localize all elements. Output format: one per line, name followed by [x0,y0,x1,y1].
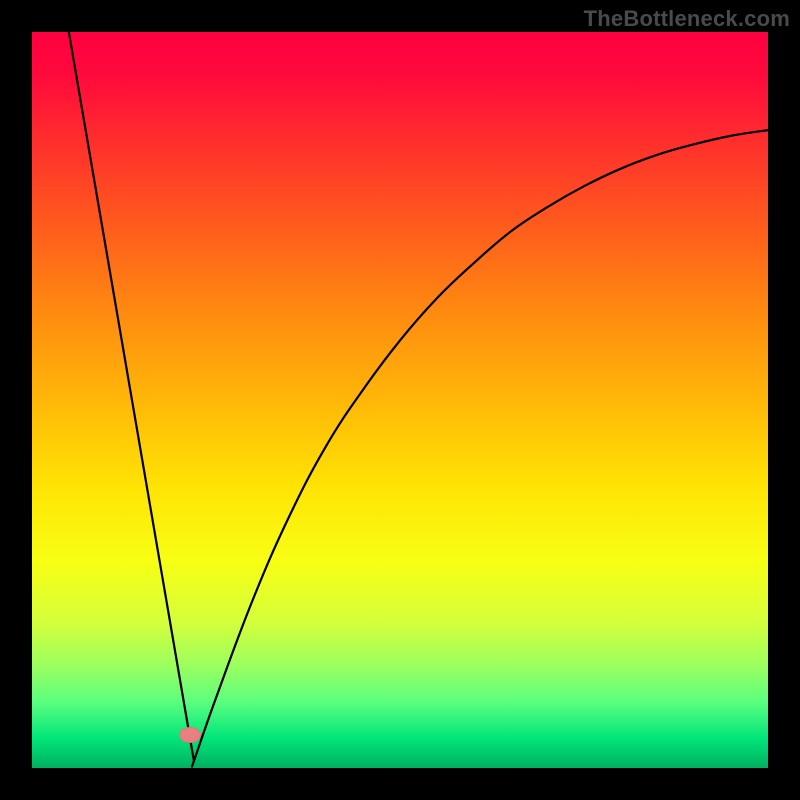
plot-area [32,32,768,768]
attribution-text: TheBottleneck.com [584,6,790,32]
frame: TheBottleneck.com [0,0,800,800]
bottleneck-curve [32,32,768,768]
minimum-marker [179,727,201,743]
